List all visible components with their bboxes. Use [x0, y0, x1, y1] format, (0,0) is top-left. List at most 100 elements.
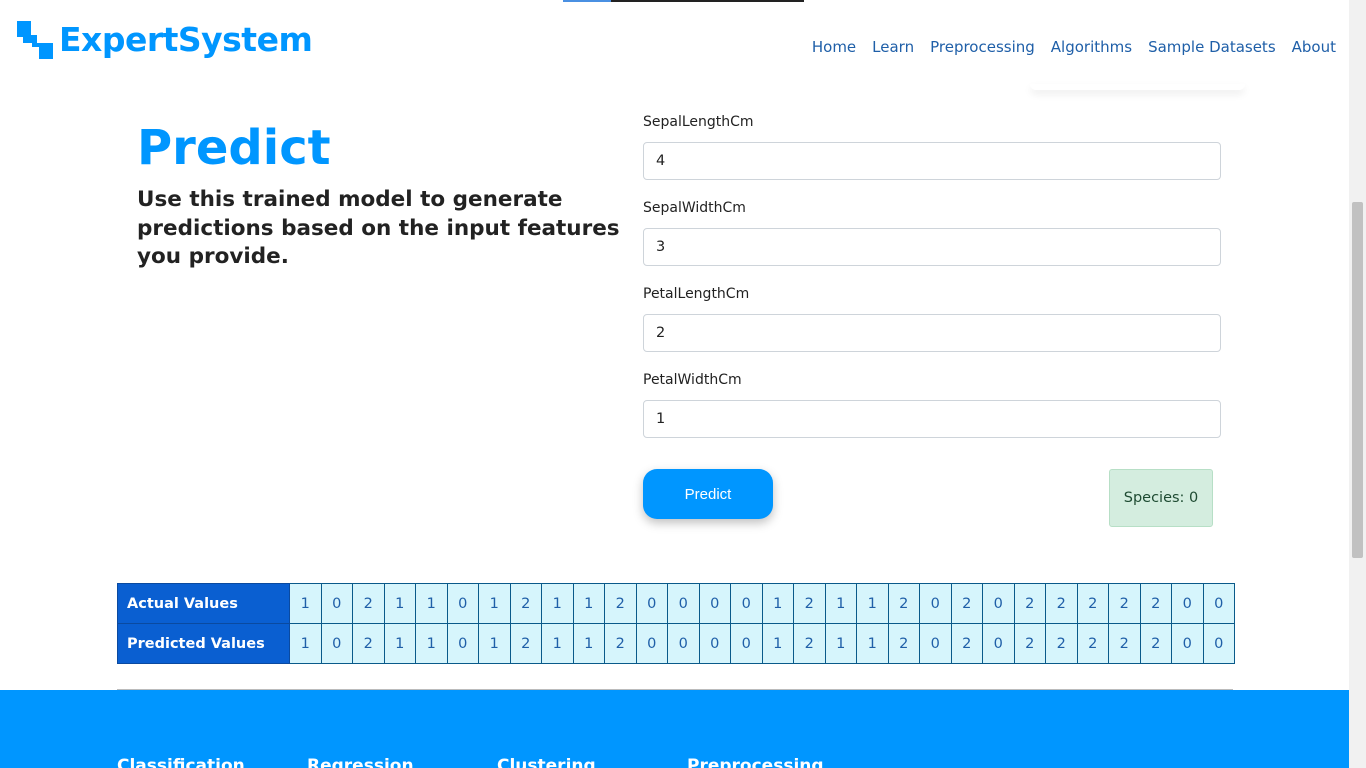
field-petal-width: PetalWidthCm: [643, 370, 1221, 456]
predicted-value-cell: 0: [982, 623, 1015, 664]
predicted-value-cell: 0: [1202, 623, 1235, 664]
predicted-value-cell: 1: [572, 623, 605, 664]
actual-values-header: Actual Values: [117, 583, 290, 624]
page-title: Predict: [137, 120, 331, 176]
species-result-badge: Species: 0: [1109, 469, 1213, 527]
field-sepal-length: SepalLengthCm: [643, 112, 1221, 198]
predicted-value-cell: 2: [1108, 623, 1141, 664]
actual-value-cell: 2: [352, 583, 385, 624]
actual-value-cell: 0: [982, 583, 1015, 624]
predicted-value-cell: 2: [352, 623, 385, 664]
sepal-width-input[interactable]: [643, 228, 1221, 266]
predict-button[interactable]: Predict: [643, 469, 773, 519]
predicted-value-cell: 0: [919, 623, 952, 664]
prediction-form: SepalLengthCm SepalWidthCm PetalLengthCm…: [643, 112, 1221, 456]
predicted-value-cell: 2: [950, 623, 983, 664]
actual-value-cell: 2: [793, 583, 826, 624]
predicted-value-cell: 1: [383, 623, 416, 664]
footer-heading-classification: Classification: [117, 756, 245, 768]
logo-icon: [17, 20, 53, 59]
page-scrollbar[interactable]: [1349, 0, 1366, 768]
actual-value-cell: 0: [1171, 583, 1204, 624]
top-progress-strip: [563, 0, 804, 2]
field-label: SepalWidthCm: [643, 200, 746, 216]
predicted-value-cell: 0: [667, 623, 700, 664]
actual-value-cell: 1: [761, 583, 794, 624]
predicted-value-cell: 2: [1013, 623, 1046, 664]
field-petal-length: PetalLengthCm: [643, 284, 1221, 370]
actual-value-cell: 0: [730, 583, 763, 624]
nav-sample-datasets[interactable]: Sample Datasets: [1148, 38, 1276, 56]
actual-value-cell: 1: [383, 583, 416, 624]
actual-value-cell: 2: [887, 583, 920, 624]
actual-value-cell: 1: [478, 583, 511, 624]
predicted-value-cell: 0: [446, 623, 479, 664]
nav-algorithms[interactable]: Algorithms: [1051, 38, 1132, 56]
footer-heading-preprocessing: Preprocessing: [687, 756, 824, 768]
page-description: Use this trained model to generate predi…: [137, 187, 620, 269]
footer: Classification Regression Clustering Pre…: [0, 690, 1349, 768]
footer-heading-clustering: Clustering: [497, 756, 596, 768]
field-label: SepalLengthCm: [643, 114, 754, 130]
predicted-value-cell: 0: [698, 623, 731, 664]
predicted-value-cell: 1: [856, 623, 889, 664]
field-label: PetalLengthCm: [643, 286, 750, 302]
page: ExpertSystem Home Learn Preprocessing Al…: [0, 0, 1366, 768]
table-row-predicted: Predicted Values 10211012112000012112020…: [117, 623, 1235, 664]
actual-value-cell: 1: [856, 583, 889, 624]
actual-value-cell: 1: [824, 583, 857, 624]
actual-value-cell: 0: [320, 583, 353, 624]
predicted-values-header: Predicted Values: [117, 623, 290, 664]
actual-value-cell: 1: [289, 583, 322, 624]
nav-about[interactable]: About: [1292, 38, 1336, 56]
predicted-value-cell: 1: [478, 623, 511, 664]
actual-value-cell: 2: [1139, 583, 1172, 624]
predicted-value-cell: 1: [824, 623, 857, 664]
nav-learn[interactable]: Learn: [872, 38, 914, 56]
actual-value-cell: 1: [541, 583, 574, 624]
predicted-value-cell: 2: [1076, 623, 1109, 664]
actual-value-cell: 2: [950, 583, 983, 624]
actual-value-cell: 0: [919, 583, 952, 624]
actual-value-cell: 1: [572, 583, 605, 624]
predicted-value-cell: 1: [415, 623, 448, 664]
dropdown-shadow: [1030, 84, 1245, 90]
field-sepal-width: SepalWidthCm: [643, 198, 1221, 284]
footer-heading-regression: Regression: [307, 756, 414, 768]
predicted-value-cell: 2: [1045, 623, 1078, 664]
actual-value-cell: 0: [1202, 583, 1235, 624]
predicted-value-cell: 0: [320, 623, 353, 664]
petal-width-input[interactable]: [643, 400, 1221, 438]
predicted-value-cell: 2: [509, 623, 542, 664]
predicted-value-cell: 0: [730, 623, 763, 664]
predicted-value-cell: 1: [541, 623, 574, 664]
actual-value-cell: 2: [1076, 583, 1109, 624]
scrollbar-thumb[interactable]: [1352, 202, 1363, 558]
actual-value-cell: 2: [1045, 583, 1078, 624]
predicted-value-cell: 0: [635, 623, 668, 664]
petal-length-input[interactable]: [643, 314, 1221, 352]
predicted-value-cell: 1: [761, 623, 794, 664]
results-table: Actual Values 10211012112000012112020222…: [117, 583, 1235, 664]
brand-name: ExpertSystem: [59, 20, 313, 59]
actual-value-cell: 2: [509, 583, 542, 624]
actual-value-cell: 0: [446, 583, 479, 624]
actual-value-cell: 2: [1108, 583, 1141, 624]
footer-columns: Classification Regression Clustering Pre…: [117, 756, 877, 768]
actual-value-cell: 1: [415, 583, 448, 624]
actual-value-cell: 0: [667, 583, 700, 624]
sepal-length-input[interactable]: [643, 142, 1221, 180]
actual-value-cell: 0: [635, 583, 668, 624]
nav-preprocessing[interactable]: Preprocessing: [930, 38, 1035, 56]
predicted-value-cell: 2: [604, 623, 637, 664]
field-label: PetalWidthCm: [643, 372, 742, 388]
nav-home[interactable]: Home: [812, 38, 856, 56]
predicted-value-cell: 2: [793, 623, 826, 664]
predicted-value-cell: 1: [289, 623, 322, 664]
actual-value-cell: 2: [604, 583, 637, 624]
top-progress-strip-accent: [563, 0, 611, 2]
predicted-value-cell: 2: [887, 623, 920, 664]
actual-value-cell: 2: [1013, 583, 1046, 624]
actual-value-cell: 0: [698, 583, 731, 624]
brand-logo[interactable]: ExpertSystem: [17, 20, 313, 59]
